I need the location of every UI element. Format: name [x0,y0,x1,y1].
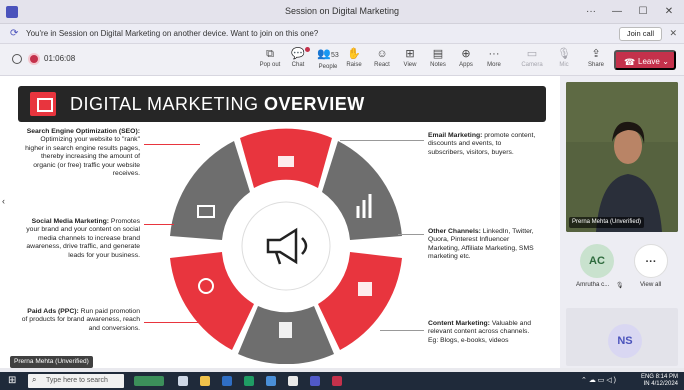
phone-hangup-icon: ☎ [624,57,636,67]
participants-panel: Prerna Mehta (Unverified) AC Amrutha c..… [560,76,684,368]
app-icon[interactable] [332,376,342,386]
slide-title: DIGITAL MARKETING OVERVIEW [70,94,365,114]
content-connector [380,330,424,331]
teams-icon[interactable] [310,376,320,386]
ellipsis-icon: ··· [488,48,500,60]
mic-off-icon: 🎙 [616,282,624,289]
edge-icon[interactable] [244,376,254,386]
windows-start-icon[interactable]: ⊞ [8,376,18,386]
avatar[interactable]: NS [608,324,642,358]
taskbar: ⊞ ⌕ Type here to search ⌃ ☁ ▭ ◁ ) ENG 8:… [0,372,684,390]
language-indicator: ENG 8:14 PM [640,374,678,380]
mic-off-icon: 🎙 [557,48,571,60]
notes-button[interactable]: ▤ Notes [424,47,452,70]
view-all-label[interactable]: View all [640,281,661,288]
person-video-image [566,82,678,232]
news-widget-icon[interactable] [134,376,164,386]
chrome-icon[interactable] [288,376,298,386]
content-description: Content Marketing: Valuable and relevant… [428,320,532,344]
more-options-button[interactable]: ··· [580,3,602,21]
share-button[interactable]: ⇪ Share [582,47,610,70]
device-icon: ⟳ [10,28,19,39]
ppc-connector [144,322,210,323]
banner-message: You're in Session on Digital Marketing o… [26,29,319,38]
leave-label: Leave [638,57,660,66]
participant-name: Amrutha c... [576,281,610,288]
marketing-ring-diagram [170,128,402,364]
notes-icon: ▤ [432,48,444,60]
collapse-arrow-icon[interactable]: ‹ [2,196,5,206]
title-bar: Session on Digital Marketing ··· — ☐ ✕ [0,0,684,24]
participant-video[interactable]: Prerna Mehta (Unverified) [566,82,678,232]
envelope-icon [278,156,294,167]
camera-button[interactable]: ▭ Camera [518,47,546,70]
raise-hand-button[interactable]: ✋ Raise [340,47,368,70]
document-icon [279,322,292,338]
email-connector [340,140,424,141]
view-button[interactable]: ⊞ View [396,47,424,70]
store-icon[interactable] [266,376,276,386]
leave-button[interactable]: ☎ Leave ⌄ [614,50,676,70]
avatar[interactable]: AC [580,244,614,278]
system-tray-icons[interactable]: ⌃ ☁ ▭ ◁ ) [581,376,616,384]
recording-indicator-icon [30,55,38,63]
other-channels-connector [398,234,424,235]
task-view-icon[interactable] [178,376,188,386]
smm-description: Social Media Marketing: Promotes your br… [26,218,140,259]
meeting-info-icon[interactable] [12,54,22,64]
seo-description: Search Engine Optimization (SEO): Optimi… [25,128,140,178]
other-channels-description: Other Channels: LinkedIn, Twitter, Quora… [428,228,534,261]
share-icon: ⇪ [591,48,601,60]
slide-header: DIGITAL MARKETING OVERVIEW [18,86,546,122]
meeting-toolbar: 01:06:08 ⧉ Pop out 💬 Chat 👥53 People ✋ Raise… [0,44,684,76]
segment-ppc [170,252,254,350]
maximize-button[interactable]: ☐ [632,3,654,21]
join-call-button[interactable]: Join call [618,27,662,41]
participant-name-tag: Prerna Mehta (Unverified) [569,217,645,228]
search-icon: ⌕ [32,375,37,384]
apps-button[interactable]: ⊕ Apps [452,47,480,70]
mic-button[interactable]: 🎙 Mic [550,47,578,70]
email-description: Email Marketing: promote content, discou… [428,132,536,156]
mail-icon[interactable] [222,376,232,386]
people-count: 53 [330,52,339,59]
pop-out-icon: ⧉ [266,48,274,60]
shared-screen: ‹ DIGITAL MARKETING OVERVIEW Search Engi… [0,76,560,368]
close-window-button[interactable]: ✕ [658,3,680,21]
taskbar-search[interactable]: ⌕ Type here to search [28,374,124,388]
ppc-description: Paid Ads (PPC): Run paid promotion of pr… [21,308,140,332]
segment-analytics [322,141,402,240]
grid-icon: ⊞ [405,48,415,60]
seo-connector [144,144,200,145]
hand-icon: ✋ [347,48,361,60]
window-controls: ··· — ☐ ✕ [580,3,680,21]
pop-out-button[interactable]: ⧉ Pop out [256,47,284,70]
chat-button[interactable]: 💬 Chat [284,47,312,70]
chevron-down-icon[interactable]: ⌄ [662,52,669,72]
other-device-banner: ⟳ You're in Session on Digital Marketing… [0,24,684,44]
camera-off-icon: ▭ [526,48,538,60]
box-icon [358,282,372,296]
smm-connector [144,224,174,225]
view-all-button[interactable]: ··· [634,244,668,278]
date-indicator: IN 4/12/2024 [643,381,678,387]
smiley-icon: ☺ [376,48,388,60]
apps-icon: ⊕ [461,48,471,60]
presenter-name-tag: Prerna Mehta (Unverified) [10,356,93,368]
meeting-timer: 01:06:08 [44,54,76,63]
more-button[interactable]: ··· More [480,47,508,70]
segment-other-channels [318,252,402,350]
building-icon [30,92,56,116]
react-button[interactable]: ☺ React [368,47,396,70]
minimize-button[interactable]: — [606,3,628,21]
search-placeholder: Type here to search [46,377,108,384]
file-explorer-icon[interactable] [200,376,210,386]
unread-badge [305,47,310,52]
taskbar-clock[interactable]: ENG 8:14 PM IN 4/12/2024 [641,374,678,388]
segment-seo [170,141,250,240]
people-icon: 👥 [317,48,331,60]
close-icon[interactable]: ✕ [669,28,677,39]
